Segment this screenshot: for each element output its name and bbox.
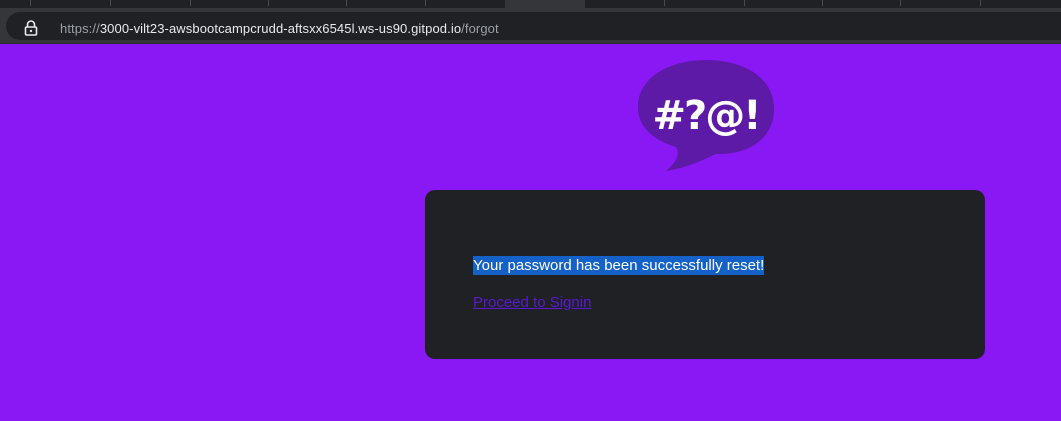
lock-icon[interactable]: [24, 20, 38, 36]
browser-toolbar: https://3000-vilt23-awsbootcampcrudd-aft…: [0, 8, 1061, 44]
tab-separator: [110, 0, 111, 6]
url-path: /forgot: [461, 21, 499, 36]
tab-separator: [30, 0, 31, 6]
tab-separator: [980, 0, 981, 6]
address-bar[interactable]: https://3000-vilt23-awsbootcampcrudd-aft…: [6, 12, 1061, 40]
logo-symbols: #?@!: [653, 93, 760, 139]
reset-confirmation-card: Your password has been successfully rese…: [425, 190, 985, 359]
url-host: 3000-vilt23-awsbootcampcrudd-aftsxx6545l…: [99, 21, 462, 36]
proceed-to-signin-link[interactable]: Proceed to Signin: [473, 293, 591, 312]
tab-separator: [900, 0, 901, 6]
url-scheme: https://: [60, 21, 100, 36]
tab-separator: [268, 0, 269, 6]
tab-separator: [346, 0, 347, 6]
tab-separator: [822, 0, 823, 6]
tab-separator: [664, 0, 665, 6]
tab-separator: [190, 0, 191, 6]
url-text[interactable]: https://3000-vilt23-awsbootcampcrudd-aft…: [60, 21, 499, 37]
tab-separator: [425, 0, 426, 6]
browser-tab-strip: [0, 0, 1061, 8]
success-message: Your password has been successfully rese…: [473, 256, 765, 275]
speech-bubble-logo-icon: #?@!: [636, 57, 776, 175]
active-tab[interactable]: [505, 0, 585, 8]
tab-separator: [744, 0, 745, 6]
